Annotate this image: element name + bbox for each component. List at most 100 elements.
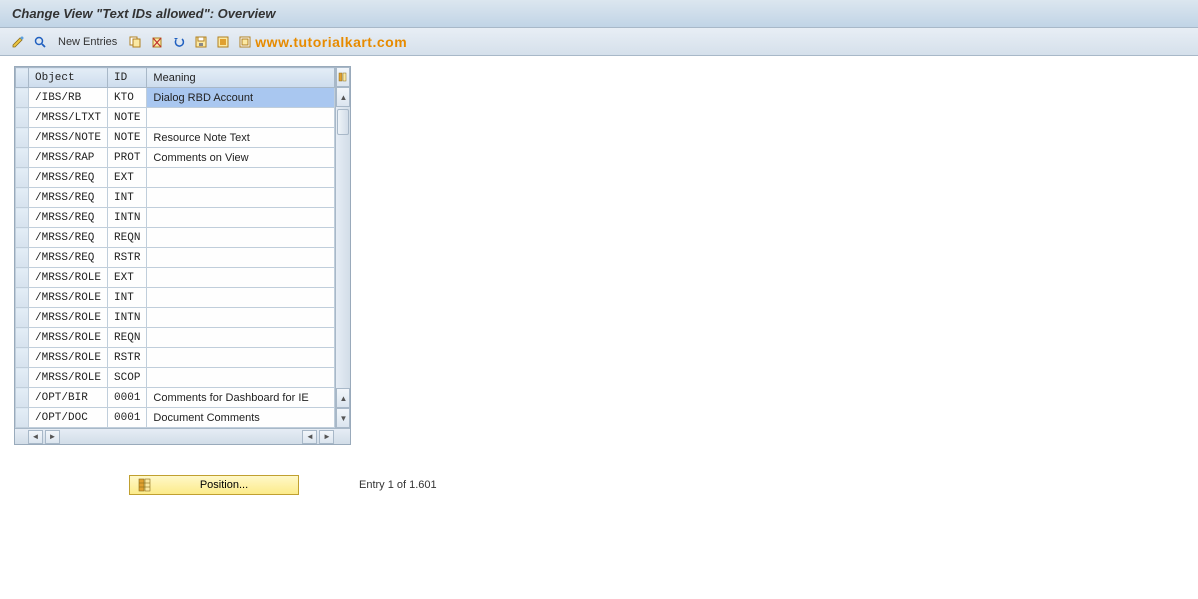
cell-meaning[interactable] [147,328,335,348]
cell-meaning[interactable] [147,368,335,388]
row-selector[interactable] [16,408,29,428]
new-entries-button[interactable]: New Entries [54,36,121,48]
cell-object[interactable]: /MRSS/REQ [29,188,108,208]
cell-object[interactable]: /MRSS/REQ [29,168,108,188]
row-selector[interactable] [16,248,29,268]
scroll-page-up-icon[interactable]: ▲ [336,388,350,408]
column-header-object[interactable]: Object [29,68,108,88]
cell-id[interactable]: EXT [108,268,147,288]
table-row[interactable]: /MRSS/REQINTN [16,208,335,228]
table-row[interactable]: /MRSS/REQREQN [16,228,335,248]
table-row[interactable]: /OPT/BIR0001Comments for Dashboard for I… [16,388,335,408]
save-icon[interactable] [193,34,209,50]
toggle-display-change-icon[interactable] [10,34,26,50]
cell-id[interactable]: INT [108,188,147,208]
cell-object[interactable]: /OPT/BIR [29,388,108,408]
delete-icon[interactable] [149,34,165,50]
scroll-right-end-icon[interactable]: ► [319,430,334,444]
table-row[interactable]: /MRSS/ROLESCOP [16,368,335,388]
cell-meaning[interactable]: Comments for Dashboard for IE [147,388,335,408]
cell-object[interactable]: /MRSS/ROLE [29,308,108,328]
row-selector[interactable] [16,388,29,408]
cell-object[interactable]: /OPT/DOC [29,408,108,428]
row-selector[interactable] [16,368,29,388]
cell-meaning[interactable] [147,308,335,328]
cell-object[interactable]: /MRSS/REQ [29,228,108,248]
vertical-scrollbar[interactable]: ▲ ▲ ▼ [335,67,350,428]
scroll-left-end-icon[interactable]: ◄ [302,430,317,444]
table-row[interactable]: /MRSS/RAPPROTComments on View [16,148,335,168]
row-selector[interactable] [16,148,29,168]
cell-id[interactable]: KTO [108,88,147,108]
table-row[interactable]: /MRSS/REQEXT [16,168,335,188]
cell-meaning[interactable] [147,348,335,368]
row-selector[interactable] [16,328,29,348]
cell-id[interactable]: 0001 [108,388,147,408]
row-selector[interactable] [16,208,29,228]
deselect-all-icon[interactable] [237,34,253,50]
cell-id[interactable]: REQN [108,328,147,348]
cell-meaning[interactable] [147,248,335,268]
cell-object[interactable]: /MRSS/RAP [29,148,108,168]
cell-id[interactable]: INTN [108,308,147,328]
row-selector[interactable] [16,108,29,128]
table-row[interactable]: /MRSS/ROLEREQN [16,328,335,348]
table-row[interactable]: /OPT/DOC0001Document Comments [16,408,335,428]
cell-meaning[interactable] [147,228,335,248]
data-table[interactable]: Object ID Meaning /IBS/RBKTODialog RBD A… [15,67,335,428]
cell-meaning[interactable] [147,268,335,288]
table-row[interactable]: /MRSS/ROLERSTR [16,348,335,368]
cell-object[interactable]: /IBS/RB [29,88,108,108]
cell-id[interactable]: 0001 [108,408,147,428]
cell-id[interactable]: RSTR [108,348,147,368]
cell-meaning[interactable] [147,208,335,228]
table-row[interactable]: /IBS/RBKTODialog RBD Account [16,88,335,108]
cell-id[interactable]: INT [108,288,147,308]
cell-id[interactable]: PROT [108,148,147,168]
undo-icon[interactable] [171,34,187,50]
table-row[interactable]: /MRSS/ROLEINTN [16,308,335,328]
row-selector[interactable] [16,228,29,248]
select-all-icon[interactable] [215,34,231,50]
cell-object[interactable]: /MRSS/REQ [29,248,108,268]
cell-meaning[interactable]: Resource Note Text [147,128,335,148]
cell-id[interactable]: INTN [108,208,147,228]
cell-id[interactable]: NOTE [108,108,147,128]
table-row[interactable]: /MRSS/ROLEINT [16,288,335,308]
scroll-track[interactable] [336,107,350,388]
cell-object[interactable]: /MRSS/ROLE [29,348,108,368]
cell-meaning[interactable] [147,288,335,308]
cell-meaning[interactable] [147,108,335,128]
cell-object[interactable]: /MRSS/LTXT [29,108,108,128]
cell-object[interactable]: /MRSS/ROLE [29,328,108,348]
scroll-thumb[interactable] [337,109,349,135]
column-header-id[interactable]: ID [108,68,147,88]
table-row[interactable]: /MRSS/NOTENOTEResource Note Text [16,128,335,148]
position-button[interactable]: Position... [129,475,299,495]
table-row[interactable]: /MRSS/LTXTNOTE [16,108,335,128]
copy-icon[interactable] [127,34,143,50]
horizontal-scrollbar[interactable]: ◄ ► ◄ ► [15,428,350,444]
find-icon[interactable] [32,34,48,50]
column-header-meaning[interactable]: Meaning [147,68,335,88]
cell-id[interactable]: RSTR [108,248,147,268]
row-selector[interactable] [16,288,29,308]
cell-meaning[interactable]: Comments on View [147,148,335,168]
cell-id[interactable]: NOTE [108,128,147,148]
scroll-right-icon[interactable]: ► [45,430,60,444]
cell-object[interactable]: /MRSS/ROLE [29,368,108,388]
cell-object[interactable]: /MRSS/ROLE [29,268,108,288]
table-row[interactable]: /MRSS/REQINT [16,188,335,208]
cell-meaning[interactable]: Document Comments [147,408,335,428]
cell-id[interactable]: REQN [108,228,147,248]
row-selector[interactable] [16,168,29,188]
scroll-left-icon[interactable]: ◄ [28,430,43,444]
row-selector[interactable] [16,188,29,208]
row-selector[interactable] [16,308,29,328]
cell-id[interactable]: EXT [108,168,147,188]
cell-id[interactable]: SCOP [108,368,147,388]
row-selector[interactable] [16,268,29,288]
row-selector[interactable] [16,88,29,108]
scroll-down-icon[interactable]: ▼ [336,408,350,428]
table-row[interactable]: /MRSS/ROLEEXT [16,268,335,288]
